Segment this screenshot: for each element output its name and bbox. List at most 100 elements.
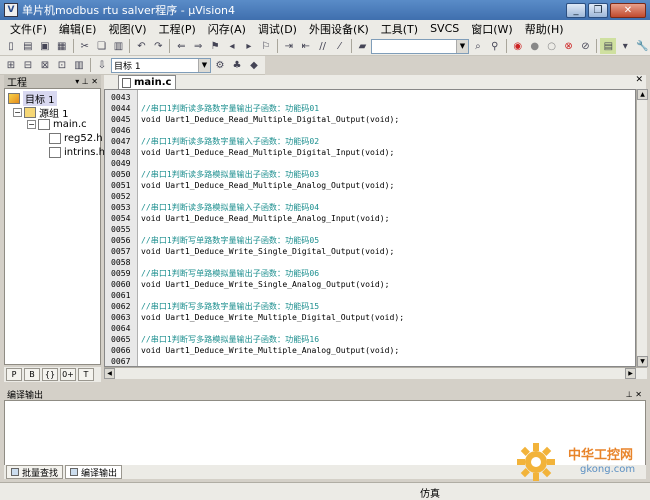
open-file-icon[interactable]: ▤	[20, 38, 36, 54]
target-select[interactable]: 目标 1 ▼	[111, 57, 211, 73]
select-packs-icon[interactable]: ◆	[246, 57, 262, 73]
menu-peripherals[interactable]: 外围设备(K)	[303, 21, 375, 37]
tree-target-node[interactable]: 目标 1	[8, 91, 57, 106]
tab-project[interactable]: P	[6, 368, 22, 381]
tree-file-reg52[interactable]: reg52.h	[49, 133, 103, 144]
menu-tools[interactable]: 工具(T)	[375, 21, 424, 37]
undo-icon[interactable]: ↶	[133, 38, 149, 54]
code-text: void Uart1_Deduce_Read_Multiple_Analog_O…	[141, 180, 395, 190]
unindent-icon[interactable]: ⇤	[298, 38, 314, 54]
line-number: 0057	[111, 246, 131, 256]
code-line: 0060 void Uart1_Deduce_Write_Single_Analo…	[105, 279, 635, 290]
start-debug-icon[interactable]: ◉	[510, 38, 526, 54]
editor-tab-main[interactable]: main.c	[118, 75, 176, 89]
menu-help[interactable]: 帮助(H)	[519, 21, 570, 37]
code-line: 0049	[105, 158, 635, 169]
header-file-icon	[49, 133, 61, 144]
line-number: 0052	[111, 191, 131, 201]
window-title: 单片机modbus rtu salver程序 - µVision4	[22, 4, 236, 17]
find-combo[interactable]: ▼	[371, 38, 469, 54]
scroll-down-icon[interactable]: ▼	[637, 356, 648, 367]
line-number: 0045	[111, 114, 131, 124]
menu-file[interactable]: 文件(F)	[4, 21, 53, 37]
tab-find-in-files[interactable]: 批量查找	[6, 465, 64, 479]
batch-build-icon[interactable]: ⊡	[54, 57, 70, 73]
menu-svcs[interactable]: SVCS	[424, 22, 465, 35]
paste-icon[interactable]: ▥	[111, 38, 127, 54]
chevron-down-icon[interactable]: ▾	[617, 38, 633, 54]
stop-build-icon[interactable]: ▥	[71, 57, 87, 73]
chevron-down-icon[interactable]: ▼	[198, 58, 210, 72]
close-icon[interactable]: ✕	[635, 75, 643, 85]
incremental-find-icon[interactable]: ⚲	[487, 38, 503, 54]
redo-icon[interactable]: ↷	[150, 38, 166, 54]
find-icon[interactable]: ⌕	[470, 38, 486, 54]
uncomment-icon[interactable]: ⁄	[332, 38, 348, 54]
breakpoint-icon[interactable]: ●	[527, 38, 543, 54]
build-icon[interactable]: ⊟	[20, 57, 36, 73]
tab-functions[interactable]: {}	[42, 368, 58, 381]
vertical-scrollbar[interactable]: ▲ ▼	[636, 89, 648, 367]
window-layout-icon[interactable]: ▤	[600, 38, 617, 54]
tab-templates[interactable]: 0+	[60, 368, 76, 381]
copy-icon[interactable]: ❏	[94, 38, 110, 54]
code-line: 0061	[105, 290, 635, 301]
indent-icon[interactable]: ⇥	[281, 38, 297, 54]
code-line: 0058	[105, 257, 635, 268]
download-icon[interactable]: ⇩	[94, 57, 110, 73]
clear-bookmarks-icon[interactable]: ⚐	[258, 38, 274, 54]
translate-icon[interactable]: ⊞	[3, 57, 19, 73]
new-file-icon[interactable]: ▯	[3, 38, 19, 54]
configure-icon[interactable]: 🔧	[634, 38, 650, 54]
scroll-right-icon[interactable]: ▶	[625, 368, 636, 379]
pin-icon[interactable]: ⊥ ✕	[626, 390, 646, 399]
tree-group-node[interactable]: − 源组 1	[13, 105, 69, 120]
close-button[interactable]: ✕	[610, 2, 646, 18]
horizontal-scrollbar[interactable]: ◀ ▶	[104, 367, 647, 379]
code-editor[interactable]: 0043 0044 //串口1判断读多路数字量输出子函数：功能码01 0045 void…	[104, 89, 636, 367]
clear-breakpoints-icon[interactable]: ⊘	[577, 38, 593, 54]
disable-breakpoint-icon[interactable]: ○	[544, 38, 560, 54]
menu-view[interactable]: 视图(V)	[102, 21, 152, 37]
save-icon[interactable]: ▣	[37, 38, 53, 54]
nav-forward-icon[interactable]: ⇒	[190, 38, 206, 54]
code-line: 0066 void Uart1_Deduce_Write_Multiple_Ana…	[105, 345, 635, 356]
collapse-icon[interactable]: −	[13, 108, 22, 117]
menu-window[interactable]: 窗口(W)	[465, 21, 518, 37]
kill-breakpoints-icon[interactable]: ⊗	[561, 38, 577, 54]
next-bookmark-icon[interactable]: ▸	[241, 38, 257, 54]
menu-project[interactable]: 工程(P)	[153, 21, 202, 37]
menu-debug[interactable]: 调试(D)	[252, 21, 303, 37]
scroll-up-icon[interactable]: ▲	[637, 89, 648, 100]
tree-file-intrins[interactable]: intrins.h	[49, 147, 105, 158]
target-options-icon[interactable]: ⚙	[212, 57, 228, 73]
code-line: 0044 //串口1判断读多路数字量输出子函数：功能码01	[105, 103, 635, 114]
restore-button[interactable]: ❐	[588, 2, 608, 18]
code-line: 0062 //串口1判断写多路数字量输出子函数：功能码15	[105, 301, 635, 312]
tab-build-output[interactable]: 编译输出	[65, 465, 123, 479]
collapse-icon[interactable]: −	[27, 120, 36, 129]
save-all-icon[interactable]: ▦	[54, 38, 70, 54]
tree-file-main[interactable]: − main.c	[27, 119, 87, 130]
nav-back-icon[interactable]: ⇐	[173, 38, 189, 54]
menu-edit[interactable]: 编辑(E)	[53, 21, 103, 37]
find-in-files-icon[interactable]: ▰	[355, 38, 371, 54]
code-comment: //串口1判断读多路数字量输出子函数：功能码01	[141, 103, 320, 113]
watermark-name: 中华工控网	[568, 448, 634, 463]
scroll-left-icon[interactable]: ◀	[104, 368, 115, 379]
comment-icon[interactable]: //	[315, 38, 331, 54]
code-line: 0046	[105, 125, 635, 136]
code-line: 0056 //串口1判断写单路数字量输出子函数：功能码05	[105, 235, 635, 246]
rebuild-icon[interactable]: ⊠	[37, 57, 53, 73]
chevron-down-icon[interactable]: ▼	[455, 39, 468, 53]
prev-bookmark-icon[interactable]: ◂	[224, 38, 240, 54]
menu-flash[interactable]: 闪存(A)	[202, 21, 252, 37]
cut-icon[interactable]: ✂	[77, 38, 93, 54]
bookmark-icon[interactable]: ⚑	[207, 38, 223, 54]
manage-components-icon[interactable]: ♣	[229, 57, 245, 73]
minimize-button[interactable]: _	[566, 2, 586, 18]
watermark: 中华工控网 gkong.com	[514, 440, 650, 492]
pin-icon[interactable]: ▾ ⊥ ✕	[75, 77, 101, 86]
tab-registers[interactable]: T	[78, 368, 94, 381]
tab-books[interactable]: B	[24, 368, 40, 381]
